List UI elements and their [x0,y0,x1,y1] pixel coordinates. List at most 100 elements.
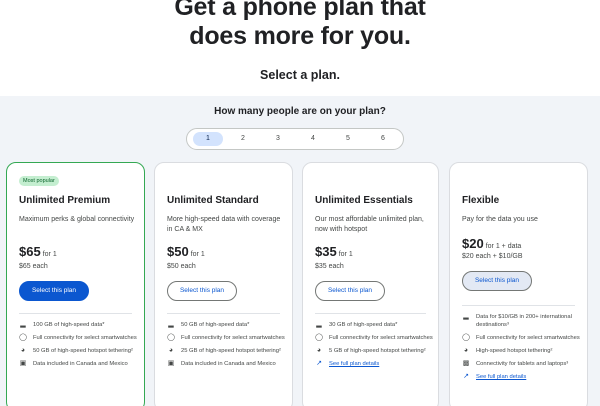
people-option-4[interactable]: 4 [298,132,328,146]
link-text[interactable]: See full plan details [329,361,379,367]
full-plan-details-link[interactable]: ↗ See full plan details [315,360,438,368]
feature-item: ◯ Full connectivity for select smartwatch… [19,334,143,342]
feature-text: 30 GB of high-speed data* [329,322,398,328]
signal-bars-icon: ▂ [20,321,26,328]
price-each: $50 each [167,263,196,270]
plan-price: $50 [167,244,189,259]
plan-description: More high-speed data with coverage in CA… [167,216,281,233]
luggage-icon: ▣ [19,360,27,367]
select-plan-button[interactable]: Select this plan [462,271,532,291]
arrow-outward-icon: ↗ [316,360,322,367]
divider [462,305,575,306]
divider [167,313,280,314]
plan-price: $35 [315,244,337,259]
feature-item: ◕ High-speed hotspot tethering² [462,347,586,355]
feature-item: ▂ 50 GB of high-speed data* [167,321,291,329]
watch-icon: ◯ [462,334,470,341]
price-row: $65 for 1 [19,243,57,261]
page-subtitle: Select a plan. [260,68,340,82]
plan-description: Our most affordable unlimited plan, now … [315,216,424,233]
feature-item: ◯ Full connectivity for select smartwatch… [462,334,586,342]
select-plan-button[interactable]: Select this plan [167,281,237,301]
plan-description: Maximum perks & global connectivity [19,216,135,223]
feature-text: 100 GB of high-speed data* [33,322,105,328]
price-row: $35 for 1 [315,243,353,261]
people-option-1[interactable]: 1 [193,132,223,146]
select-plan-button[interactable]: Select this plan [19,281,89,301]
price-row: $20 for 1 + data [462,235,521,253]
watch-icon: ◯ [315,334,323,341]
most-popular-badge: Most popular [19,176,59,186]
plan-card-unlimited-standard: Unlimited Standard More high-speed data … [154,162,293,406]
feature-text: Full connectivity for select smartwatche… [33,335,137,341]
feature-text: Data included in Canada and Mexico [181,361,276,367]
plan-card-unlimited-essentials: Unlimited Essentials Our most affordable… [302,162,439,406]
select-plan-button[interactable]: Select this plan [315,281,385,301]
feature-item: ▂ 30 GB of high-speed data* [315,321,438,329]
feature-text: Data included in Canada and Mexico [33,361,128,367]
plan-card-unlimited-premium: Most popular Unlimited Premium Maximum p… [6,162,145,406]
people-count-selector: 1 2 3 4 5 6 [186,128,404,150]
luggage-icon: ▣ [167,360,175,367]
divider [19,313,132,314]
feature-text: 25 GB of high-speed hotspot tethering² [181,348,281,354]
price-qualifier: for 1 [338,251,353,258]
feature-item: ▣ Data included in Canada and Mexico [19,360,143,368]
feature-item: ◕ 50 GB of high-speed hotspot tethering² [19,347,143,355]
feature-item: ◯ Full connectivity for select smartwatch… [315,334,438,342]
hero: Get a phone plan that does more for you.… [0,0,600,96]
feature-list: ▂ 100 GB of high-speed data* ◯ Full connec… [19,321,143,373]
tablet-icon: ▩ [462,360,470,367]
watch-icon: ◯ [167,334,175,341]
price-each: $20 each + $10/GB [462,253,523,260]
feature-text: 50 GB of high-speed data* [181,322,250,328]
plan-description: Pay for the data you use [462,216,538,223]
feature-text: Data for $10/GB in 200+ international de… [476,314,572,328]
people-option-2[interactable]: 2 [228,132,258,146]
feature-item: ▂ Data for $10/GB in 200+ international d… [462,313,586,329]
feature-text: Connectivity for tablets and laptops³ [476,361,569,367]
price-qualifier: for 1 [190,251,205,258]
hotspot-icon: ◕ [316,347,322,354]
signal-bars-icon: ▂ [316,321,322,328]
people-option-5[interactable]: 5 [333,132,363,146]
page-title-line-1: Get a phone plan that [174,0,426,21]
hotspot-icon: ◕ [463,347,469,354]
feature-text: High-speed hotspot tethering² [476,348,553,354]
feature-item: ◯ Full connectivity for select smartwatch… [167,334,291,342]
people-question: How many people are on your plan? [214,106,386,117]
feature-text: Full connectivity for select smartwatche… [329,335,433,341]
price-qualifier: for 1 + data [485,243,522,250]
full-plan-details-link[interactable]: ↗ See full plan details [462,373,586,381]
price-row: $50 for 1 [167,243,205,261]
feature-item: ◕ 5 GB of high-speed hotspot tethering² [315,347,438,355]
signal-bars-icon: ▂ [463,313,469,320]
people-option-6[interactable]: 6 [368,132,398,146]
plan-card-flexible: Flexible Pay for the data you use $20 for… [449,162,588,406]
link-text[interactable]: See full plan details [476,374,526,380]
feature-item: ▣ Data included in Canada and Mexico [167,360,291,368]
plan-name: Unlimited Essentials [315,195,413,206]
plan-name: Flexible [462,195,500,206]
divider [315,313,426,314]
plan-name: Unlimited Premium [19,195,111,206]
price-qualifier: for 1 [42,251,57,258]
feature-item: ▂ 100 GB of high-speed data* [19,321,143,329]
plan-price: $20 [462,236,484,251]
signal-bars-icon: ▂ [168,321,174,328]
page-title-line-2: does more for you. [189,22,411,50]
plan-name: Unlimited Standard [167,195,259,206]
feature-list: ▂ 50 GB of high-speed data* ◯ Full connect… [167,321,291,373]
people-option-3[interactable]: 3 [263,132,293,146]
feature-text: Full connectivity for select smartwatche… [476,335,580,341]
feature-item: ◕ 25 GB of high-speed hotspot tethering² [167,347,291,355]
feature-text: Full connectivity for select smartwatche… [181,335,285,341]
price-each: $65 each [19,263,48,270]
feature-text: 5 GB of high-speed hotspot tethering² [329,348,426,354]
price-each: $35 each [315,263,344,270]
watch-icon: ◯ [19,334,27,341]
feature-list: ▂ 30 GB of high-speed data* ◯ Full connect… [315,321,438,373]
feature-text: 50 GB of high-speed hotspot tethering² [33,348,133,354]
arrow-outward-icon: ↗ [463,373,469,380]
feature-list: ▂ Data for $10/GB in 200+ international d… [462,313,586,386]
